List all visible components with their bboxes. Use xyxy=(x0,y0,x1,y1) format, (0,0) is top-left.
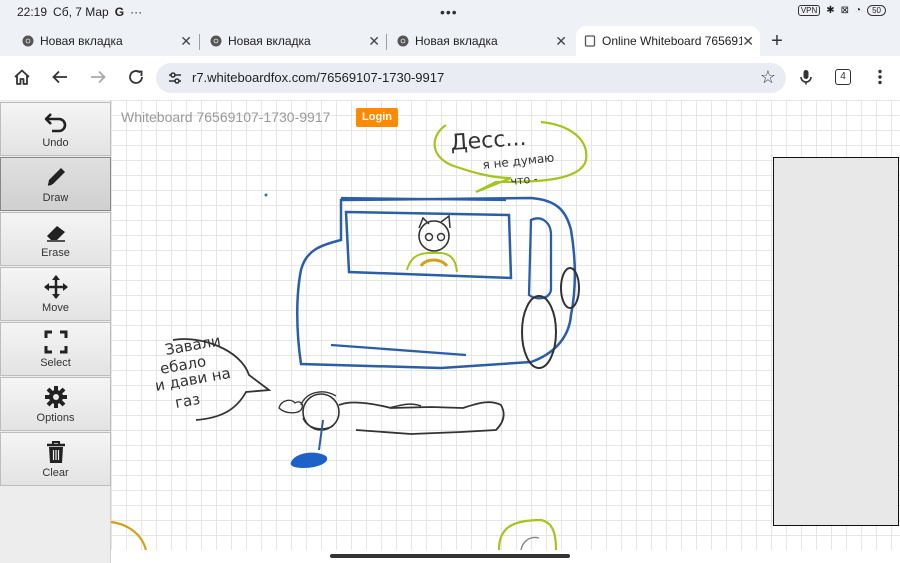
blood-drip xyxy=(318,419,324,451)
tab-new-1[interactable]: Новая вкладка ✕ xyxy=(14,26,198,56)
tab-close-icon[interactable]: ✕ xyxy=(368,33,380,50)
select-icon xyxy=(44,330,67,354)
status-center-dots-icon: ••• xyxy=(440,4,458,20)
driver-eye xyxy=(436,232,446,242)
trash-icon xyxy=(46,441,65,463)
steering-wheel xyxy=(419,258,449,268)
google-badge-icon: G xyxy=(114,5,125,19)
mute-icon: ⊠ xyxy=(840,5,850,16)
menu-kebab-icon[interactable] xyxy=(870,68,890,88)
chrome-favicon-icon xyxy=(397,35,409,47)
tool-label: Move xyxy=(42,302,69,314)
tool-label: Select xyxy=(40,357,71,369)
tab-strip: Новая вкладка ✕ Новая вкладка ✕ Новая вк… xyxy=(0,26,900,56)
side-panel[interactable] xyxy=(773,157,899,526)
ink-dot xyxy=(264,193,268,197)
site-settings-icon[interactable] xyxy=(166,69,184,87)
bubble-text-left-4: газ xyxy=(174,390,202,412)
select-button[interactable]: Select xyxy=(0,322,111,376)
tool-label: Draw xyxy=(42,192,69,204)
bubble-text-top-1: Десс... xyxy=(450,126,527,156)
wifi-icon: ◔ xyxy=(855,5,862,16)
car-wheel-front xyxy=(560,267,580,309)
eraser-icon xyxy=(46,226,65,242)
undo-button[interactable]: Undo xyxy=(0,102,111,156)
status-date: Сб, 7 Мар xyxy=(53,5,109,19)
tool-label: Erase xyxy=(41,247,70,259)
tab-switcher-button[interactable]: 4 xyxy=(835,69,851,85)
draw-button[interactable]: Draw xyxy=(0,157,111,211)
bookmark-star-icon[interactable]: ☆ xyxy=(760,67,776,88)
home-icon[interactable] xyxy=(12,68,32,88)
reload-icon[interactable] xyxy=(126,68,146,88)
tab-title: Новая вкладка xyxy=(40,34,123,48)
tab-close-icon[interactable]: ✕ xyxy=(180,33,192,50)
tab-separator xyxy=(386,34,387,50)
options-button[interactable]: Options xyxy=(0,377,111,431)
gesture-navigation-bar[interactable] xyxy=(330,554,570,558)
move-button[interactable]: Move xyxy=(0,267,111,321)
tab-separator xyxy=(199,34,200,50)
car-door xyxy=(527,217,553,300)
address-bar[interactable]: r7.whiteboardfox.com/76569107-1730-9917 … xyxy=(156,63,786,93)
car-body xyxy=(296,196,576,370)
tab-whiteboard[interactable]: Online Whiteboard 7656910 ✕ xyxy=(576,26,760,56)
driver-eye xyxy=(424,232,434,242)
undo-icon xyxy=(44,113,66,133)
microphone-icon[interactable] xyxy=(796,68,816,88)
blood-puddle xyxy=(290,452,328,468)
tab-new-3[interactable]: Новая вкладка ✕ xyxy=(389,26,573,56)
chrome-favicon-icon xyxy=(210,35,222,47)
notification-more-icon: ··· xyxy=(130,5,143,19)
clear-button[interactable]: Clear xyxy=(0,432,111,486)
bubble-text-top-2: я не думаю xyxy=(482,151,555,172)
forward-arrow-icon[interactable] xyxy=(88,68,108,88)
erase-button[interactable]: Erase xyxy=(0,212,111,266)
tool-label: Clear xyxy=(42,467,69,479)
new-tab-button[interactable]: + xyxy=(768,30,786,53)
tab-new-2[interactable]: Новая вкладка ✕ xyxy=(202,26,386,56)
tool-sidebar: Undo Draw Erase Move Select Options Clea… xyxy=(0,100,111,563)
partial-scribble-green xyxy=(497,518,558,550)
gear-icon xyxy=(44,386,67,408)
tab-title: Новая вкладка xyxy=(228,34,311,48)
bubble-text-top-3: что - xyxy=(510,172,538,188)
car-bumper xyxy=(330,343,467,357)
car-wheel-back xyxy=(521,295,557,369)
page-favicon-icon xyxy=(584,35,596,47)
bluetooth-icon: ✱ xyxy=(826,5,835,16)
status-time: 22:19 xyxy=(17,5,48,19)
browser-toolbar: r7.whiteboardfox.com/76569107-1730-9917 … xyxy=(0,56,900,100)
dust-cloud xyxy=(278,399,303,414)
tab-close-icon[interactable]: ✕ xyxy=(742,33,754,50)
tab-title: Online Whiteboard 7656910 xyxy=(602,34,742,48)
back-arrow-icon[interactable] xyxy=(50,68,70,88)
move-icon xyxy=(43,275,68,299)
tab-close-icon[interactable]: ✕ xyxy=(555,33,567,50)
tool-label: Options xyxy=(36,412,75,424)
vpn-badge: VPN xyxy=(797,5,821,16)
lying-person-body xyxy=(338,401,505,435)
tool-label: Undo xyxy=(42,137,69,149)
tab-title: Новая вкладка xyxy=(415,34,498,48)
url-text[interactable]: r7.whiteboardfox.com/76569107-1730-9917 xyxy=(192,70,444,85)
battery-indicator: 50 xyxy=(867,5,886,16)
pencil-icon xyxy=(47,168,65,186)
driver-shirt xyxy=(406,251,458,273)
chrome-favicon-icon xyxy=(22,35,34,47)
partial-scribble-gray xyxy=(520,536,540,550)
partial-scribble-yellow xyxy=(111,520,148,550)
status-bar: 22:19 Сб, 7 Мар G ··· ••• VPN ✱ ⊠ ◔ 50 xyxy=(0,0,900,24)
